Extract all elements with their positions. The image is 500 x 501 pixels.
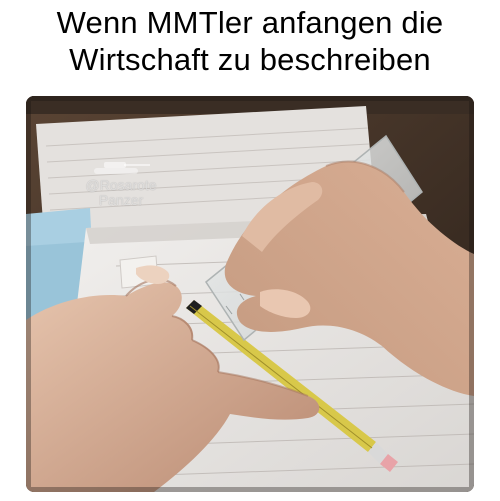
meme-photo: @Rosarote Panzer	[26, 96, 474, 492]
caption-line-1: Wenn MMTler anfangen die	[56, 5, 444, 40]
tank-icon	[94, 162, 150, 174]
photo-illustration	[26, 96, 474, 492]
watermark: @Rosarote Panzer	[66, 160, 176, 208]
watermark-handle-2: Panzer	[98, 192, 144, 208]
meme-caption: Wenn MMTler anfangen die Wirtschaft zu b…	[0, 4, 500, 78]
caption-line-2: Wirtschaft zu beschreiben	[69, 42, 431, 77]
watermark-handle: @Rosarote	[85, 177, 157, 193]
meme-canvas: Wenn MMTler anfangen die Wirtschaft zu b…	[0, 0, 500, 501]
